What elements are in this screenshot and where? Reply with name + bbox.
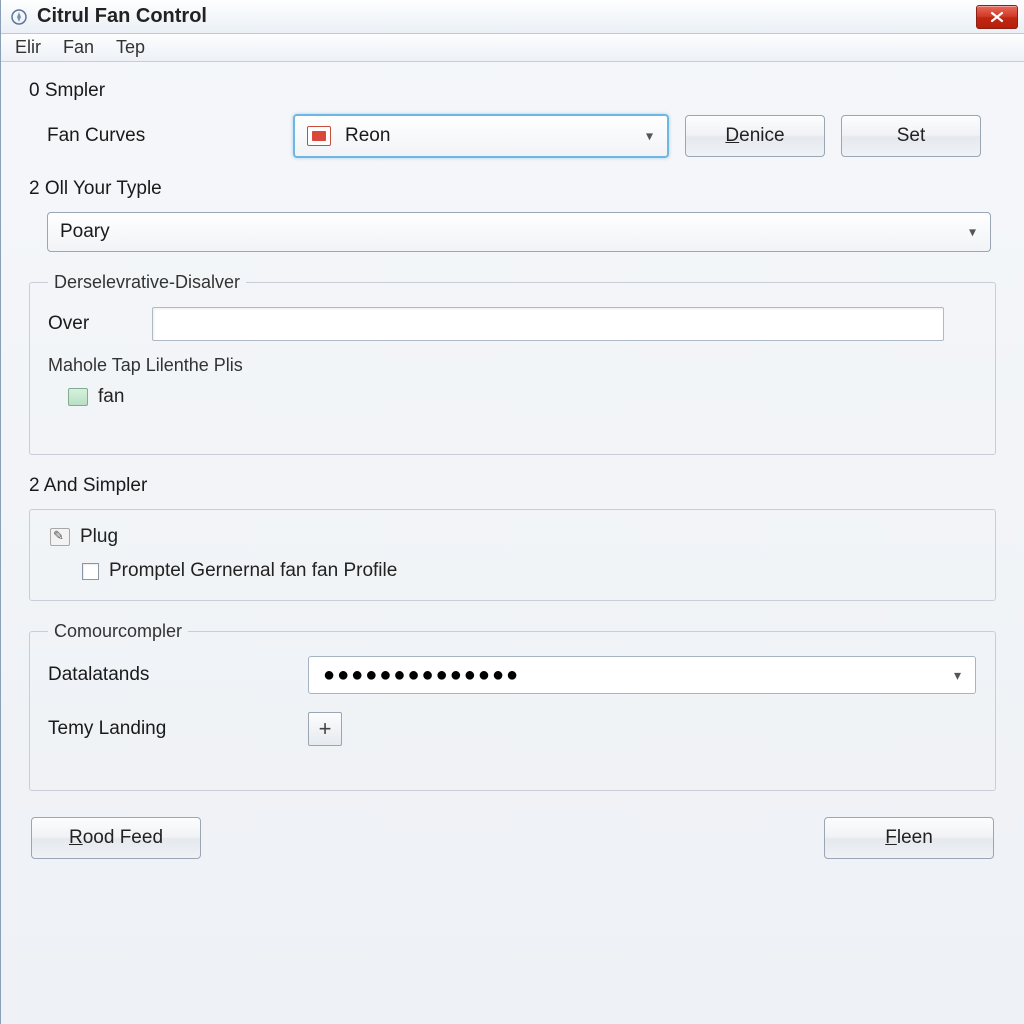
- close-button[interactable]: [976, 5, 1018, 29]
- datalatands-dropdown[interactable]: ●●●●●●●●●●●●●● ▾: [308, 656, 976, 694]
- datalatands-label: Datalatands: [48, 664, 292, 686]
- over-input[interactable]: [152, 307, 944, 341]
- set-label: Set: [897, 125, 926, 147]
- plus-icon: +: [319, 716, 332, 742]
- reon-icon: [307, 126, 331, 146]
- temy-add-button[interactable]: +: [308, 712, 342, 746]
- fan-curves-label: Fan Curves: [47, 125, 277, 147]
- set-button[interactable]: Set: [841, 115, 981, 157]
- over-label: Over: [48, 313, 136, 335]
- window-title: Citrul Fan Control: [37, 5, 976, 28]
- denice-label-rest: enice: [739, 125, 784, 146]
- and-simpler-group: Plug Promptel Gernernal fan fan Profile: [29, 509, 996, 601]
- footer-buttons: Rood Feed Fleen: [29, 817, 996, 859]
- chevron-down-icon: ▾: [969, 224, 976, 241]
- rood-feed-button[interactable]: Rood Feed: [31, 817, 201, 859]
- comourcompler-legend: Comourcompler: [48, 621, 188, 642]
- app-icon: [9, 7, 29, 27]
- menu-fan[interactable]: Fan: [57, 35, 100, 60]
- menu-bar: Elir Fan Tep: [1, 34, 1024, 62]
- menu-tep[interactable]: Tep: [110, 35, 151, 60]
- chevron-down-icon: ▾: [954, 667, 963, 684]
- chevron-down-icon: ▾: [646, 128, 653, 145]
- fan-curves-value: Reon: [345, 125, 390, 147]
- plug-edit-icon[interactable]: [50, 528, 70, 546]
- section-2a-label: 2 Oll Your Typle: [29, 178, 996, 200]
- fleen-button[interactable]: Fleen: [824, 817, 994, 859]
- temy-landing-label: Temy Landing: [48, 718, 292, 740]
- close-icon: [990, 11, 1004, 23]
- title-bar: Citrul Fan Control: [1, 0, 1024, 34]
- fan-item-icon: [68, 388, 88, 406]
- section-0-label: 0 Smpler: [29, 80, 996, 102]
- promptel-checkbox[interactable]: [82, 563, 99, 580]
- mahole-subgroup-label: Mahole Tap Lilenthe Plis: [48, 355, 977, 376]
- fan-item-label: fan: [98, 386, 124, 408]
- menu-elir[interactable]: Elir: [9, 35, 47, 60]
- promptel-label: Promptel Gernernal fan fan Profile: [109, 560, 397, 582]
- application-window: Citrul Fan Control Elir Fan Tep 0 Smpler…: [0, 0, 1024, 1024]
- content-area: 0 Smpler Fan Curves Reon ▾ Denice Set 2 …: [1, 62, 1024, 873]
- denice-button[interactable]: Denice: [685, 115, 825, 157]
- derselevrative-legend: Derselevrative-Disalver: [48, 272, 246, 293]
- fan-curves-dropdown[interactable]: Reon ▾: [293, 114, 669, 158]
- comourcompler-group: Comourcompler Datalatands ●●●●●●●●●●●●●●…: [29, 621, 996, 791]
- typle-dropdown[interactable]: Poary ▾: [47, 212, 991, 252]
- derselevrative-group: Derselevrative-Disalver Over Mahole Tap …: [29, 272, 996, 455]
- section-2b-label: 2 And Simpler: [29, 475, 996, 497]
- datalatands-value: ●●●●●●●●●●●●●●: [323, 664, 520, 687]
- plug-item-label: Plug: [80, 526, 118, 548]
- typle-value: Poary: [60, 221, 110, 243]
